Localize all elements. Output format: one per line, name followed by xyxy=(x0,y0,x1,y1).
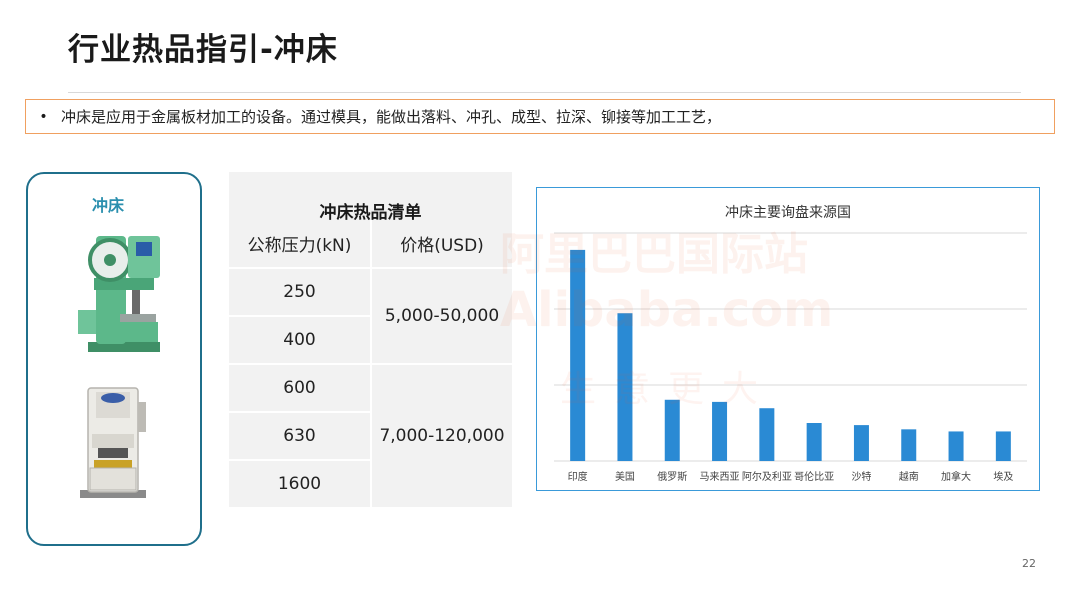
product-label: 冲床 xyxy=(91,196,124,215)
price-table: 冲床热品清单 公称压力(kN) 价格(USD) 250 400 600 630 … xyxy=(229,172,512,507)
description-box: • 冲床是应用于金属板材加工的设备。通过模具，能做出落料、冲孔、成型、拉深、铆接… xyxy=(25,99,1055,134)
x-tick-label: 俄罗斯 xyxy=(657,470,687,483)
x-tick-label: 加拿大 xyxy=(941,470,971,483)
price-range-cell: 7,000-120,000 xyxy=(379,426,505,446)
x-tick-label: 沙特 xyxy=(851,471,871,483)
page-title: 行业热品指引-冲床 xyxy=(68,32,338,68)
product-card: 冲床 xyxy=(26,172,202,546)
chart-bar xyxy=(712,401,728,461)
chart-bar xyxy=(901,429,917,461)
bullet-marker: • xyxy=(39,108,48,125)
title-divider xyxy=(68,92,1021,93)
punch-press-white-image xyxy=(80,387,146,498)
tonnage-cell: 600 xyxy=(283,378,316,398)
chart-bar xyxy=(570,249,586,461)
tonnage-cell: 400 xyxy=(283,330,316,350)
chart-bar xyxy=(664,399,680,461)
chart-bar xyxy=(617,313,633,461)
x-tick-label: 越南 xyxy=(899,470,919,483)
x-tick-label: 美国 xyxy=(615,470,635,483)
x-tick-label: 马来西亚 xyxy=(700,471,740,483)
punch-press-green-image xyxy=(78,236,160,352)
tonnage-cell: 250 xyxy=(283,282,316,302)
page-number: 22 xyxy=(1022,557,1036,570)
chart-plot: 印度 美国 俄罗斯 马来西亚 阿尔及利亚 哥伦比亚 沙特 越南 加拿大 埃及 xyxy=(554,232,1027,483)
description-text: 冲床是应用于金属板材加工的设备。通过模具，能做出落料、冲孔、成型、拉深、铆接等加… xyxy=(61,108,722,126)
tonnage-cell: 1600 xyxy=(277,474,322,494)
price-range-cell: 5,000-50,000 xyxy=(384,306,500,326)
x-tick-label: 阿尔及利亚 xyxy=(742,470,792,483)
x-tick-label: 埃及 xyxy=(993,470,1013,483)
chart-bar xyxy=(806,423,822,461)
chart-bar xyxy=(759,408,775,461)
chart-bar xyxy=(948,431,964,461)
x-tick-label: 哥伦比亚 xyxy=(794,470,834,483)
chart-bar xyxy=(853,425,869,461)
header-tonnage: 公称压力(kN) xyxy=(247,236,352,256)
tonnage-cell: 630 xyxy=(283,426,316,446)
x-tick-label: 印度 xyxy=(568,470,588,483)
header-price: 价格(USD) xyxy=(400,236,484,256)
chart-bar xyxy=(995,431,1011,461)
inquiry-source-chart: 冲床主要询盘来源国 印度 美国 俄罗斯 马来西亚 阿尔及利亚 哥伦比亚 沙特 越南 加拿大 埃及 xyxy=(536,187,1040,491)
